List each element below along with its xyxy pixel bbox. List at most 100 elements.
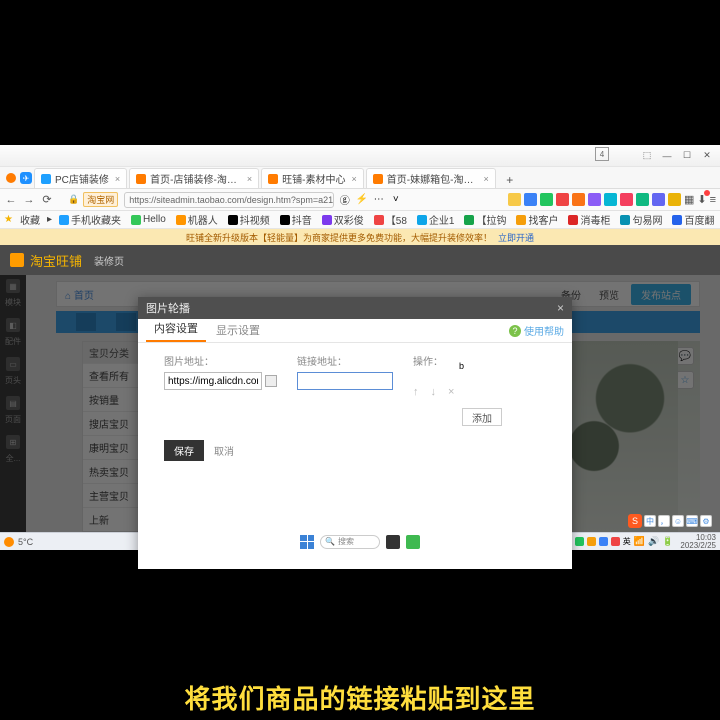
tray-battery-icon[interactable]: 🔋 (662, 536, 673, 547)
tray-icon[interactable] (575, 537, 584, 546)
image-picker-icon[interactable] (265, 375, 277, 387)
help-link[interactable]: ?使用帮助 (509, 323, 564, 342)
system-tray: ˄ 英 📶 🔊 🔋 10:032023/2/25 (554, 534, 716, 550)
ext-icon[interactable] (508, 193, 521, 206)
bookmark-item[interactable]: 机器人 (173, 212, 221, 227)
bookmark-item[interactable]: 抖音 (277, 212, 315, 227)
tab-pc-decorate[interactable]: PC店铺装修× (34, 168, 127, 188)
ops-label: 操作： (413, 353, 454, 368)
ime-kbd-icon[interactable]: ⌨ (686, 515, 698, 527)
tray-icon[interactable] (587, 537, 596, 546)
link-url-input[interactable] (297, 372, 393, 390)
ext-icon[interactable] (572, 193, 585, 206)
nav-back[interactable]: ← (4, 194, 18, 206)
notice-link[interactable]: 立即开通 (498, 231, 534, 244)
task-explorer-icon[interactable] (386, 535, 400, 549)
nav-forward[interactable]: → (22, 194, 36, 206)
bookmark-item[interactable]: 百度翻 (669, 212, 717, 227)
lock-icon: 🔒 (68, 194, 79, 205)
delete-icon[interactable]: × (448, 386, 454, 398)
tab-close[interactable]: × (115, 174, 120, 184)
star-icon[interactable]: ★ (4, 214, 13, 225)
telegram-icon[interactable]: ✈ (20, 172, 32, 184)
tray-icon[interactable] (599, 537, 608, 546)
ime-cn-icon[interactable]: 中 (644, 515, 656, 527)
brandbar-item[interactable]: 装修页 (94, 253, 124, 268)
wangpu-logo-icon (10, 253, 24, 267)
tray-wifi-icon[interactable]: 📶 (634, 536, 645, 547)
browser-icon (6, 173, 16, 183)
tray-volume-icon[interactable]: 🔊 (648, 536, 659, 547)
translate-icon[interactable]: ⓖ (338, 193, 351, 206)
save-button[interactable]: 保存 (164, 440, 204, 461)
url-input[interactable]: https://siteadmin.taobao.com/design.htm?… (124, 192, 334, 208)
cancel-button[interactable]: 取消 (214, 443, 234, 458)
ime-punct-icon[interactable]: ， (658, 515, 670, 527)
move-down-icon[interactable]: ↓ (431, 386, 437, 398)
ext-icon[interactable] (604, 193, 617, 206)
tab-label: 旺铺-素材中心 (282, 171, 345, 186)
modal-tabs: 内容设置 显示设置 ?使用帮助 (138, 319, 572, 343)
menu-icon[interactable]: ≡ (710, 194, 716, 206)
tab-shop-design[interactable]: 首页-店铺装修-淘宝网× (129, 168, 259, 188)
ime-set-icon[interactable]: ⚙ (700, 515, 712, 527)
new-tab-button[interactable]: + (502, 172, 518, 188)
bookmark-item[interactable]: 【拉钩 (461, 212, 509, 227)
brand-bar: 淘宝旺铺 装修页 (0, 245, 720, 275)
ime-emoji-icon[interactable]: ☺ (672, 515, 684, 527)
bookmark-item[interactable]: 找客户 (513, 212, 561, 227)
weather-text: 5°C (18, 537, 33, 547)
ext-icon[interactable] (556, 193, 569, 206)
bookmark-item[interactable]: 企业1 (414, 212, 458, 227)
bookmark-item[interactable]: 双彩俊 (319, 212, 367, 227)
more-icon[interactable]: ⋯ (372, 193, 385, 206)
apps-icon[interactable]: ▦ (684, 193, 694, 206)
ext-icon[interactable] (620, 193, 633, 206)
image-url-input[interactable] (164, 372, 262, 390)
bookmark-item[interactable]: 消毒柜 (565, 212, 613, 227)
taskbar-clock[interactable]: 10:032023/2/25 (680, 534, 716, 550)
ime-toolbar[interactable]: S 中 ， ☺ ⌨ ⚙ (628, 514, 712, 528)
download-icon[interactable]: ⬇ (697, 193, 706, 206)
tab-close[interactable]: × (247, 174, 252, 184)
bookmark-item[interactable]: 【58 (371, 212, 410, 227)
nav-reload[interactable]: ⟳ (40, 193, 54, 206)
window-app1-icon[interactable]: ⬚ (638, 148, 656, 164)
ext-icon[interactable] (540, 193, 553, 206)
tab-material-center[interactable]: 旺铺-素材中心 × (261, 168, 364, 188)
window-minimize[interactable]: — (658, 148, 676, 164)
ext-icon[interactable] (652, 193, 665, 206)
task-app-icon[interactable] (406, 535, 420, 549)
ext-icon[interactable] (524, 193, 537, 206)
video-subtitle: 将我们商品的链接粘贴到这里 (0, 679, 720, 716)
bookmark-item[interactable]: 抖视频 (225, 212, 273, 227)
tab-close[interactable]: × (484, 174, 489, 184)
chevron-down-icon[interactable]: ˅ (389, 193, 402, 206)
tab-close[interactable]: × (352, 174, 357, 184)
window-titlebar: 4 ⬚ — ☐ ✕ (0, 145, 720, 167)
tab-shop-home[interactable]: 首页-妹娜箱包-淘宝网× (366, 168, 496, 188)
window-close[interactable]: ✕ (698, 148, 716, 164)
window-maximize[interactable]: ☐ (678, 148, 696, 164)
bookmark-item[interactable]: 手机收藏夹 (56, 212, 124, 227)
move-up-icon[interactable]: ↑ (413, 386, 419, 398)
help-icon: ? (509, 325, 521, 337)
start-button[interactable] (300, 535, 314, 549)
ext-icon[interactable] (636, 193, 649, 206)
add-button[interactable]: 添加 (462, 408, 502, 426)
ext-icon[interactable] (668, 193, 681, 206)
tab-display-settings[interactable]: 显示设置 (208, 318, 268, 342)
weather-icon[interactable] (4, 537, 14, 547)
tray-icon[interactable] (611, 537, 620, 546)
sogou-icon[interactable]: S (628, 514, 642, 528)
tab-content-settings[interactable]: 内容设置 (146, 316, 206, 342)
modal-close-icon[interactable]: × (557, 301, 564, 315)
bookmark-item[interactable]: 收藏 (17, 212, 43, 227)
extensions-area: ▦ ⬇ ≡ (508, 193, 716, 206)
tray-ime-icon[interactable]: 英 (623, 536, 631, 547)
ext-icon[interactable] (588, 193, 601, 206)
taskbar-search[interactable]: 🔍 搜索 (320, 535, 380, 549)
bookmark-item[interactable]: 句易网 (617, 212, 665, 227)
bookmark-item[interactable]: Hello (128, 214, 169, 225)
flash-icon[interactable]: ⚡ (355, 193, 368, 206)
